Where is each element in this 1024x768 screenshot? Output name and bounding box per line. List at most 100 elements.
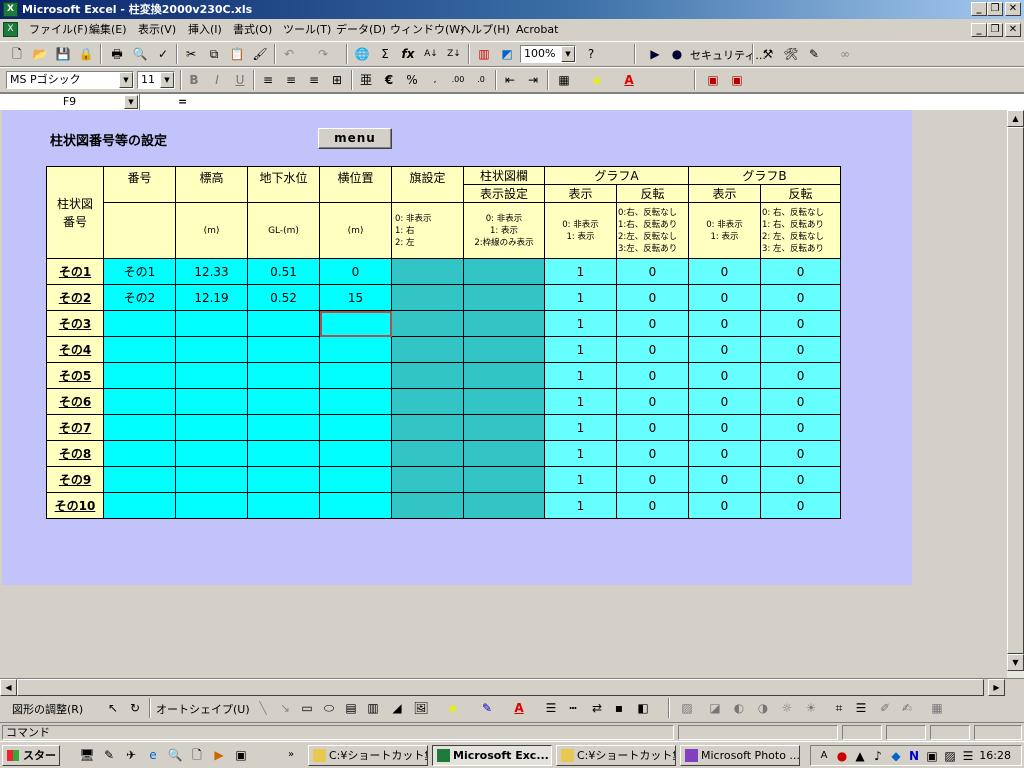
cell-elevation[interactable] [175,414,248,441]
font-size-select[interactable]: 11 ▼ [137,71,175,89]
bold-button[interactable]: B [183,69,205,91]
doc-close-button[interactable]: ✕ [1005,23,1021,37]
scroll-up-icon[interactable]: ▲ [1007,110,1024,127]
scroll-down-icon[interactable]: ▼ [1007,654,1024,671]
scroll-thumb[interactable] [1007,127,1024,654]
row-label-link[interactable]: その1 [46,258,104,285]
cell-elevation[interactable] [175,492,248,519]
adjust-menu[interactable]: 図形の調整(R) [12,701,83,717]
cell-graph-b-reverse[interactable]: 0 [759,388,842,415]
cell-column-display[interactable] [463,492,545,519]
cell-groundwater[interactable] [247,440,320,467]
tray-icon[interactable]: ☰ [957,745,979,767]
row-label-link[interactable]: その9 [46,466,104,493]
cell-flag[interactable] [391,492,464,519]
picture-insert-icon[interactable]: ▨ [676,697,698,719]
horizontal-scrollbar[interactable]: ◀ ▶ [0,678,1024,696]
cell-graph-a-reverse[interactable]: 0 [616,414,689,441]
undo-icon[interactable]: ↶ [278,43,300,65]
row-label-link[interactable]: その10 [46,492,104,519]
cell-groundwater[interactable] [247,310,320,337]
cell-groundwater[interactable] [247,336,320,363]
run-macro-icon[interactable]: ▶ [644,43,666,65]
cell-graph-a-display[interactable]: 1 [544,388,617,415]
cell-horizontal[interactable] [319,440,392,467]
cell-graph-b-display[interactable]: 0 [688,258,761,285]
cell-elevation[interactable] [175,362,248,389]
paste-icon[interactable]: 📋 [226,43,248,65]
cell-graph-a-display[interactable]: 1 [544,310,617,337]
doc-minimize-button[interactable]: _ [971,23,987,37]
font-name-select[interactable]: MS Pゴシック ▼ [6,71,134,89]
recolor-icon[interactable]: ✐ [874,697,896,719]
cell-column-display[interactable] [463,258,545,285]
start-button[interactable]: スタート [2,745,60,766]
cell-graph-b-reverse[interactable]: 0 [759,414,842,441]
autosum-icon[interactable]: Σ [374,43,396,65]
cell-horizontal[interactable] [319,388,392,415]
cell-column-display[interactable] [463,336,545,363]
print-icon[interactable]: 🖶 [106,43,128,65]
cell-elevation[interactable]: 12.19 [175,284,248,311]
control-toolbox-icon[interactable]: ⚒ [757,43,779,65]
crop-icon[interactable]: ⌗ [828,697,850,719]
task-explorer-2[interactable]: C:¥ショートカット集... [556,745,676,766]
cell-elevation[interactable] [175,336,248,363]
shadow-icon[interactable]: ▪ [608,697,630,719]
dash-style-icon[interactable]: ┅ [562,697,584,719]
cell-horizontal[interactable]: 15 [319,284,392,311]
cell-graph-a-display[interactable]: 1 [544,284,617,311]
cell-horizontal[interactable] [319,362,392,389]
sort-ascending-icon[interactable]: A↓ [420,43,442,65]
cell-graph-b-display[interactable]: 0 [688,284,761,311]
cell-graph-a-display[interactable]: 1 [544,492,617,519]
pdf-mail-icon[interactable]: ▣ [726,69,748,91]
cell-number[interactable] [103,388,176,415]
cell-graph-b-display[interactable]: 0 [688,466,761,493]
record-macro-icon[interactable]: ● [666,43,688,65]
minimize-button[interactable]: _ [971,2,987,16]
brightness-down-icon[interactable]: ☀ [800,697,822,719]
3d-icon[interactable]: ◧ [632,697,654,719]
cell-groundwater[interactable] [247,466,320,493]
formula-equals[interactable]: = [178,94,187,110]
quicklaunch-icon[interactable]: ▣ [230,744,252,766]
zoom-select[interactable]: 100% ▼ [520,45,576,63]
wordart-icon[interactable]: ◢ [386,697,408,719]
picture-color-icon[interactable]: ◪ [704,697,726,719]
menu-acrobat[interactable]: Acrobat [514,22,560,38]
menu-insert[interactable]: 挿入(I) [186,22,224,38]
cell-flag[interactable] [391,362,464,389]
cell-groundwater[interactable] [247,414,320,441]
menu-file[interactable]: ファイル(F) [27,22,90,38]
save-icon[interactable]: 💾 [52,43,74,65]
quicklaunch-icon[interactable]: ✈ [120,744,142,766]
cell-number[interactable]: その1 [103,258,176,285]
cell-graph-b-reverse[interactable]: 0 [759,362,842,389]
cell-graph-a-reverse[interactable]: 0 [616,336,689,363]
doc-restore-button[interactable]: ❐ [987,23,1003,37]
new-file-icon[interactable]: 🗋 [6,43,28,65]
cell-graph-b-reverse[interactable]: 0 [759,466,842,493]
textbox-icon[interactable]: ▤ [340,697,362,719]
open-folder-icon[interactable]: 📂 [29,43,51,65]
menu-format[interactable]: 書式(O) [231,22,274,38]
rectangle-icon[interactable]: ▭ [296,697,318,719]
cell-number[interactable] [103,336,176,363]
menu-edit[interactable]: 編集(E) [87,22,129,38]
underline-button[interactable]: U [229,69,251,91]
excel-icon[interactable]: X [3,2,18,17]
link-icon[interactable]: ∞ [834,43,856,65]
cell-graph-b-reverse[interactable]: 0 [759,284,842,311]
task-excel[interactable]: Microsoft Exc... [432,745,552,766]
row-label-link[interactable]: その2 [46,284,104,311]
cell-graph-b-display[interactable]: 0 [688,414,761,441]
font-color-icon[interactable]: A [618,69,640,91]
clipart-icon[interactable]: 🖼 [410,697,432,719]
cell-graph-b-reverse[interactable]: 0 [759,258,842,285]
cell-groundwater[interactable] [247,492,320,519]
fill-color-icon[interactable]: ◈ [442,697,464,719]
function-icon[interactable]: fx [397,43,419,65]
cell-graph-a-reverse[interactable]: 0 [616,284,689,311]
macro-security-button[interactable]: セキュリティ... [690,47,766,63]
